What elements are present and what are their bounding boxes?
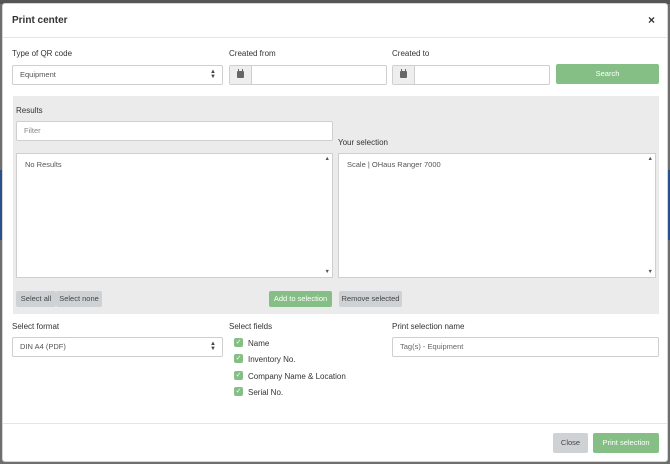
scroll-up-icon[interactable]: ▲: [325, 156, 330, 162]
scroll-up-icon[interactable]: ▲: [648, 156, 653, 162]
results-label: Results: [16, 106, 43, 115]
selection-item[interactable]: Scale | OHaus Ranger 7000: [347, 160, 441, 169]
print-name-label: Print selection name: [392, 322, 465, 331]
created-from-label: Created from: [229, 49, 276, 58]
dialog-header: Print center ×: [3, 4, 667, 38]
print-selection-button[interactable]: Print selection: [593, 433, 659, 453]
print-name-input[interactable]: Tag(s) - Equipment: [392, 337, 659, 357]
remove-selected-button[interactable]: Remove selected: [339, 291, 402, 307]
filter-input[interactable]: Filter: [16, 121, 333, 141]
calendar-icon: [400, 69, 407, 78]
scroll-down-icon[interactable]: ▼: [325, 269, 330, 275]
select-fields-label: Select fields: [229, 322, 273, 331]
print-center-dialog: Print center × Type of QR code Equipment…: [2, 3, 668, 462]
created-to-field[interactable]: [392, 65, 550, 85]
select-all-button[interactable]: Select all: [16, 291, 56, 307]
footer-divider: [3, 423, 667, 424]
qr-type-label: Type of QR code: [12, 49, 73, 58]
created-from-field[interactable]: [229, 65, 387, 85]
field-label-inventory: Inventory No.: [248, 355, 296, 364]
close-button[interactable]: Close: [553, 433, 588, 453]
qr-type-select[interactable]: Equipment ▲ ▼: [12, 65, 223, 85]
format-value: DIN A4 (PDF): [20, 342, 66, 351]
field-label-serial: Serial No.: [248, 388, 284, 397]
field-checkbox-company[interactable]: ✓: [234, 371, 243, 380]
close-icon[interactable]: ×: [648, 13, 655, 27]
calendar-icon: [237, 69, 244, 78]
dialog-title: Print center: [12, 15, 68, 26]
created-to-label: Created to: [392, 49, 430, 58]
field-label-company: Company Name & Location: [248, 372, 346, 381]
calendar-addon[interactable]: [230, 66, 252, 84]
select-format-label: Select format: [12, 322, 60, 331]
add-to-selection-button[interactable]: Add to selection: [269, 291, 332, 307]
calendar-addon[interactable]: [393, 66, 415, 84]
qr-type-value: Equipment: [20, 70, 56, 79]
select-none-button[interactable]: Select none: [56, 291, 102, 307]
field-checkbox-name[interactable]: ✓: [234, 338, 243, 347]
scroll-down-icon[interactable]: ▼: [648, 269, 653, 275]
search-button[interactable]: Search: [556, 64, 659, 84]
select-caret-icon: ▲ ▼: [210, 341, 216, 352]
results-empty-text: No Results: [25, 160, 62, 169]
results-list[interactable]: No Results ▲ ▼: [16, 153, 333, 278]
results-panel: Results Filter No Results ▲ ▼ Your selec…: [13, 96, 659, 314]
select-caret-icon: ▲ ▼: [210, 69, 216, 80]
field-checkbox-serial[interactable]: ✓: [234, 387, 243, 396]
format-select[interactable]: DIN A4 (PDF) ▲ ▼: [12, 337, 223, 357]
your-selection-label: Your selection: [338, 138, 388, 147]
selection-list[interactable]: Scale | OHaus Ranger 7000 ▲ ▼: [338, 153, 656, 278]
field-label-name: Name: [248, 339, 270, 348]
field-checkbox-inventory[interactable]: ✓: [234, 354, 243, 363]
